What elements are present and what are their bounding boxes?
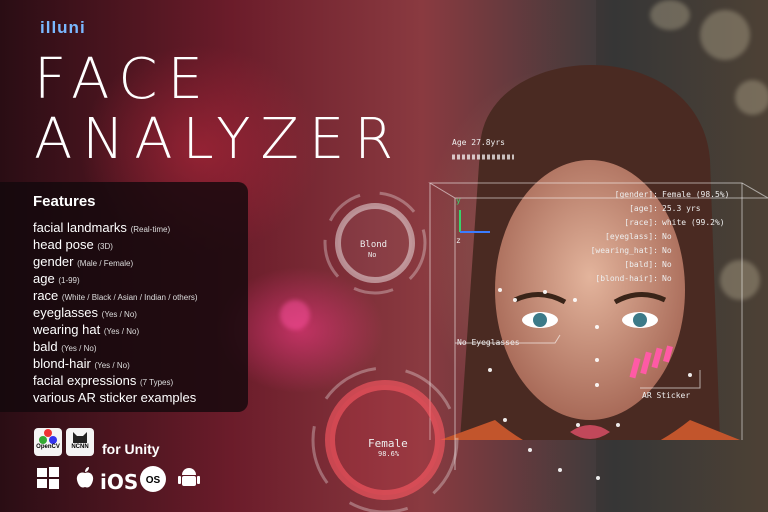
windows-icon (37, 467, 59, 489)
feature-label: gender (33, 254, 74, 269)
page-title-line1: FACE (34, 47, 213, 112)
attr-key: [blond-hair]: (595, 274, 658, 283)
ncnn-label: NCNN (71, 444, 89, 450)
feature-note: (Yes / No) (94, 361, 130, 370)
feature-item: facial expressions (7 Types) (33, 373, 173, 388)
blond-value: No (368, 251, 377, 259)
female-value: 98.6% (378, 450, 400, 458)
attr-value: No (662, 260, 672, 269)
attr-value: No (662, 232, 672, 241)
feature-label: facial landmarks (33, 220, 127, 235)
brand-logo: illuni (40, 18, 86, 37)
feature-item: age (1-99) (33, 271, 80, 286)
attr-key: [gender]: (614, 190, 658, 199)
macos-icon: OS (140, 466, 166, 492)
feature-label: race (33, 288, 59, 303)
feature-label: bald (33, 339, 58, 354)
features-panel: Features facial landmarks (Real-time) he… (0, 182, 248, 412)
attr-value: 25.3 yrs (662, 204, 701, 213)
ar-sticker-label: AR Sticker (642, 391, 691, 400)
feature-note: (7 Types) (139, 378, 174, 387)
attr-key: [race]: (624, 218, 658, 227)
attr-value: No (662, 274, 672, 283)
feature-label: various AR sticker examples (33, 390, 197, 405)
feature-label: facial expressions (33, 373, 137, 388)
attr-value: white (99.2%) (662, 218, 725, 227)
age-readout: Age 27.8yrs (452, 138, 505, 147)
female-label: Female (368, 437, 408, 450)
feature-note: (White / Black / Asian / Indian / others… (61, 293, 198, 302)
page-title-line2: ANALYZER (34, 107, 404, 172)
android-icon (178, 468, 200, 486)
feature-item: various AR sticker examples (33, 390, 196, 405)
no-eyeglasses-label: No Eyeglasses (457, 338, 520, 347)
feature-note: (Yes / No) (103, 327, 140, 336)
attr-value: No (662, 246, 672, 255)
attr-key: [wearing_hat]: (590, 246, 658, 255)
feature-item: race (White / Black / Asian / Indian / o… (33, 288, 198, 303)
feature-item: wearing hat (Yes / No) (33, 322, 139, 337)
attr-key: [age]: (629, 204, 658, 213)
features-heading: Features (33, 193, 96, 210)
axis-z-label: z (456, 236, 461, 245)
promo-banner: illuni FACE ANALYZER Features facial lan… (0, 0, 768, 512)
apple-icon (76, 467, 94, 488)
feature-item: gender (Male / Female) (33, 254, 133, 269)
ncnn-logo: NCNN (66, 428, 94, 456)
ios-label: iOS (100, 470, 139, 494)
opencv-icon (39, 429, 57, 444)
blond-label: Blond (360, 240, 388, 250)
attr-key: [bald]: (624, 260, 658, 269)
feature-note: (Male / Female) (77, 259, 134, 268)
feature-label: wearing hat (33, 322, 101, 337)
feature-item: facial landmarks (Real-time) (33, 220, 170, 235)
feature-item: bald (Yes / No) (33, 339, 96, 354)
feature-label: head pose (33, 237, 94, 252)
feature-label: age (33, 271, 55, 286)
opencv-label: OpenCV (36, 444, 60, 450)
feature-item: head pose (3D) (33, 237, 113, 252)
cat-icon (73, 432, 87, 443)
feature-note: (Yes / No) (61, 344, 97, 353)
feature-note: (Yes / No) (101, 310, 137, 319)
axis-y-label: y (456, 196, 461, 205)
for-unity-label: for Unity (102, 441, 160, 457)
feature-note: (Real-time) (130, 225, 171, 234)
macos-label: OS (145, 475, 161, 486)
feature-item: blond-hair (Yes / No) (33, 356, 130, 371)
feature-note: (3D) (97, 242, 113, 251)
feature-label: eyeglasses (33, 305, 99, 320)
feature-note: (1-99) (58, 276, 80, 285)
opencv-logo: OpenCV (34, 428, 62, 456)
attr-value: Female (98.5%) (662, 190, 730, 199)
attr-key: [eyeglass]: (605, 232, 658, 241)
feature-label: blond-hair (33, 356, 91, 371)
feature-item: eyeglasses (Yes / No) (33, 305, 137, 320)
